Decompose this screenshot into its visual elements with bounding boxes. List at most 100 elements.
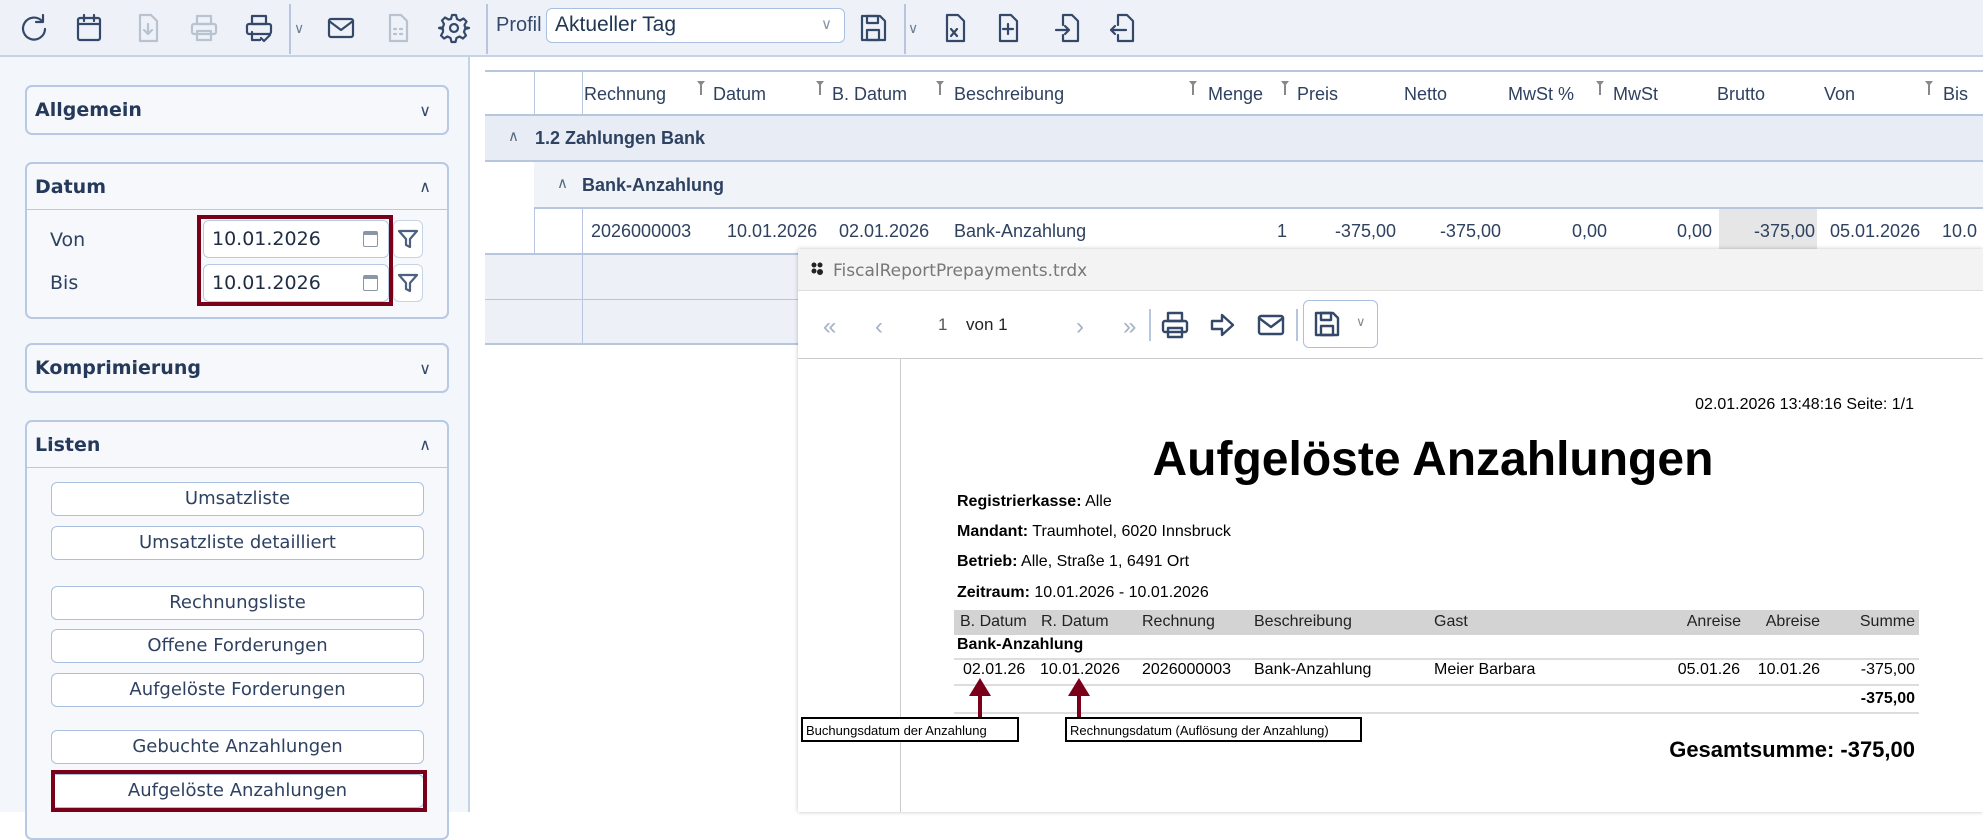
excel-export-icon[interactable]: [935, 8, 975, 48]
report-col-anreise: Anreise: [1686, 613, 1741, 630]
print-icon[interactable]: [184, 8, 224, 48]
report-group-title: Bank-Anzahlung: [957, 636, 1084, 653]
row-divider: [954, 712, 1919, 714]
print-icon[interactable]: [1160, 310, 1190, 345]
annotation-arrow-icon: [1068, 678, 1090, 718]
grid-divider: [582, 253, 583, 345]
info-value: 10.01.2026 - 10.01.2026: [1029, 584, 1209, 601]
filter-icon[interactable]: [1189, 81, 1197, 95]
profil-select[interactable]: Aktueller Tag ∨: [546, 8, 845, 43]
group-row-bank-anzahlung[interactable]: ∧ Bank-Anzahlung: [534, 162, 1983, 209]
chevron-up-icon[interactable]: ∧: [557, 174, 568, 192]
export-icon[interactable]: [1102, 8, 1142, 48]
column-header-b-datum[interactable]: B. Datum: [832, 84, 907, 105]
panel-komprimierung[interactable]: Komprimierung ∨: [25, 343, 449, 393]
next-page-icon[interactable]: ›: [1076, 313, 1084, 341]
mail-icon[interactable]: [321, 8, 361, 48]
info-key: Mandant:: [957, 523, 1029, 540]
column-header-mwst-prozent[interactable]: MwSt %: [1508, 84, 1574, 105]
column-header-von[interactable]: Von: [1824, 84, 1855, 105]
panel-title: Datum: [35, 175, 106, 198]
column-header-netto[interactable]: Netto: [1404, 84, 1447, 105]
chevron-up-icon[interactable]: ∧: [508, 127, 519, 145]
import-icon[interactable]: [1049, 8, 1089, 48]
document-calc-icon[interactable]: [378, 8, 418, 48]
save-dropdown-chevron-icon[interactable]: ∨: [908, 20, 918, 37]
calendar-icon[interactable]: [69, 8, 109, 48]
von-filter-button[interactable]: [393, 220, 423, 258]
save-dropdown-button[interactable]: ∨: [1303, 300, 1378, 348]
filter-icon[interactable]: [1281, 81, 1289, 95]
chevron-up-icon[interactable]: ∧: [419, 177, 431, 196]
umsatzliste-button[interactable]: Umsatzliste: [51, 482, 424, 516]
chevron-down-icon: ∨: [821, 16, 832, 33]
toolbar-divider: [1149, 309, 1151, 341]
column-header-beschreibung[interactable]: Beschreibung: [954, 84, 1064, 105]
print-dropdown-chevron-icon[interactable]: ∨: [294, 20, 304, 37]
cell-rechnung: 2026000003: [591, 221, 692, 241]
column-header-bis[interactable]: Bis: [1943, 84, 1968, 105]
column-header-preis[interactable]: Preis: [1297, 84, 1338, 105]
save-icon: [1312, 309, 1342, 344]
filter-icon[interactable]: [936, 81, 944, 95]
rechnungsliste-button[interactable]: Rechnungsliste: [51, 586, 424, 620]
filter-icon[interactable]: [816, 81, 824, 95]
chevron-down-icon[interactable]: ∨: [419, 101, 431, 120]
last-page-icon[interactable]: »: [1123, 313, 1136, 341]
aufgeloeste-forderungen-button[interactable]: Aufgelöste Forderungen: [51, 673, 424, 707]
download-icon[interactable]: [128, 8, 168, 48]
panel-title: Komprimierung: [35, 357, 201, 379]
document-add-icon[interactable]: [988, 8, 1028, 48]
toolbar-divider: [1296, 309, 1298, 341]
toolbar-divider: [904, 4, 906, 54]
grid-divider: [582, 209, 583, 253]
info-registrierkasse: Registrierkasse: Alle: [957, 493, 1112, 511]
info-betrieb: Betrieb: Alle, Straße 1, 6491 Ort: [957, 553, 1189, 571]
annotation-buchungsdatum: Buchungsdatum der Anzahlung: [801, 717, 1019, 742]
group-row-zahlungen-bank[interactable]: ∧ 1.2 Zahlungen Bank: [485, 116, 1983, 162]
report-gutter: [900, 358, 901, 812]
toolbar: ∨ Profil Aktueller Tag ∨ ∨: [0, 0, 1983, 57]
print-check-icon[interactable]: [239, 8, 279, 48]
column-header-rechnung[interactable]: Rechnung: [584, 84, 666, 105]
bis-label: Bis: [50, 272, 79, 294]
gear-icon[interactable]: [434, 8, 474, 48]
profil-label: Profil: [496, 14, 542, 36]
filter-icon[interactable]: [1596, 81, 1604, 95]
page-number-input[interactable]: 1: [938, 315, 947, 335]
first-page-icon[interactable]: «: [823, 313, 836, 341]
report-toolbar: « ‹ 1 von 1 › » ∨: [798, 291, 1983, 358]
toolbar-divider: [486, 4, 488, 54]
column-header-menge[interactable]: Menge: [1208, 84, 1263, 105]
highlight-box: [197, 215, 393, 306]
filter-icon[interactable]: [1925, 81, 1933, 95]
offene-forderungen-button[interactable]: Offene Forderungen: [51, 629, 424, 663]
report-cell-gast: Meier Barbara: [1434, 661, 1536, 678]
refresh-icon[interactable]: [14, 8, 54, 48]
panel-title: Listen: [35, 433, 101, 456]
export-arrow-icon[interactable]: [1208, 310, 1238, 345]
column-header-mwst[interactable]: MwSt: [1613, 84, 1658, 105]
filter-icon: [397, 273, 419, 293]
previous-page-icon[interactable]: ‹: [875, 313, 883, 341]
highlight-box: [51, 770, 427, 812]
panel-title: Allgemein: [35, 99, 142, 121]
gebuchte-anzahlungen-button[interactable]: Gebuchte Anzahlungen: [51, 730, 424, 764]
info-zeitraum: Zeitraum: 10.01.2026 - 10.01.2026: [957, 584, 1209, 602]
bis-filter-button[interactable]: [393, 264, 423, 302]
mail-icon[interactable]: [1256, 310, 1286, 345]
info-key: Registrierkasse:: [957, 493, 1082, 510]
chevron-up-icon[interactable]: ∧: [419, 435, 431, 454]
panel-allgemein[interactable]: Allgemein ∨: [25, 85, 449, 135]
report-cell-abreise: 10.01.26: [1757, 661, 1820, 678]
report-grand-total: Gesamtsumme: -375,00: [1669, 737, 1915, 762]
toolbar-divider: [289, 4, 291, 54]
filter-icon[interactable]: [697, 81, 705, 95]
column-header-brutto[interactable]: Brutto: [1717, 84, 1765, 105]
umsatzliste-detailliert-button[interactable]: Umsatzliste detailliert: [51, 526, 424, 560]
column-header-datum[interactable]: Datum: [713, 84, 766, 105]
cell-von: 05.01.2026: [1830, 221, 1921, 241]
save-icon[interactable]: [853, 8, 893, 48]
report-col-b-datum: B. Datum: [960, 613, 1027, 630]
chevron-down-icon[interactable]: ∨: [419, 359, 431, 378]
